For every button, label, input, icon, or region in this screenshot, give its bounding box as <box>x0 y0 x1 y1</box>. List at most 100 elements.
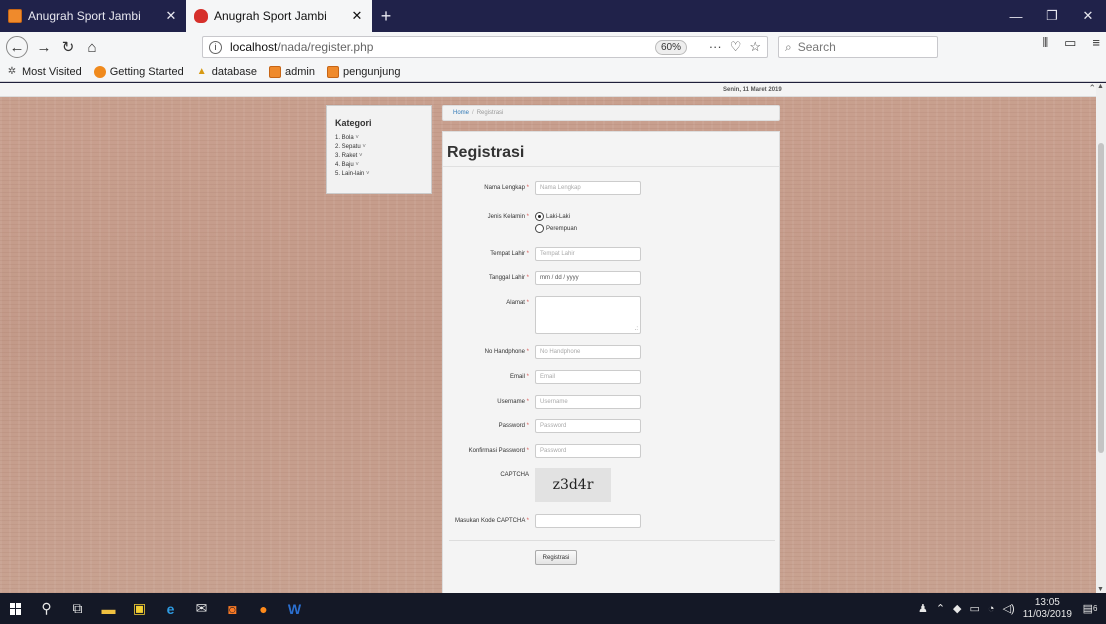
kategori-item[interactable]: 3. Raket ˅ <box>335 152 423 161</box>
reload-icon[interactable]: ↻ <box>56 35 80 59</box>
label-text: Masukan Kode CAPTCHA <box>454 518 525 524</box>
url-bar[interactable]: i localhost/nada/register.php 60% ··· ♡ … <box>202 36 768 58</box>
bookmark-pengunjung[interactable]: pengunjung <box>326 65 400 78</box>
library-icon[interactable]: ⫴ <box>1043 35 1048 51</box>
kategori-item[interactable]: 1. Bola ˅ <box>335 134 423 143</box>
restore-icon[interactable]: ❐ <box>1034 0 1070 32</box>
site-favicon-icon <box>194 9 208 23</box>
search-icon[interactable]: ⚲ <box>31 593 62 624</box>
tempat-lahir-input[interactable]: Tempat Lahir <box>535 247 641 261</box>
scroll-down-arrow-icon[interactable]: ▼ <box>1097 586 1104 593</box>
vertical-scrollbar[interactable]: ▲ ▼ <box>1096 83 1106 593</box>
tab-1[interactable]: Anugrah Sport Jambi ✕ <box>0 0 186 32</box>
kategori-item[interactable]: 5. Lain-lain ˅ <box>335 170 423 179</box>
kategori-item[interactable]: 4. Baju ˅ <box>335 161 423 170</box>
bookmark-label: database <box>211 65 257 78</box>
handphone-input[interactable]: No Handphone <box>535 345 641 359</box>
task-view-icon[interactable]: ⧉ <box>62 593 93 624</box>
tab-title: Anugrah Sport Jambi <box>28 9 141 23</box>
radio-unchecked-icon[interactable] <box>535 224 544 233</box>
registrasi-button[interactable]: Registrasi <box>535 550 577 565</box>
people-icon[interactable]: ♟ <box>918 602 928 615</box>
site-favicon-icon <box>8 9 22 23</box>
close-tab-icon[interactable]: ✕ <box>350 8 364 24</box>
bookmark-admin[interactable]: admin <box>268 65 315 78</box>
info-icon[interactable]: i <box>209 40 222 54</box>
konfirmasi-password-input[interactable]: Password <box>535 444 641 458</box>
store-icon[interactable]: ▣ <box>124 593 155 624</box>
date-bar: Senin, 11 Maret 2019 <box>0 83 1096 97</box>
phpmyadmin-icon: ▲ <box>196 66 207 77</box>
bookmark-database[interactable]: ▲ database <box>196 66 257 78</box>
home-icon[interactable]: ⌂ <box>80 35 104 59</box>
scrollbar-thumb[interactable] <box>1098 143 1104 453</box>
mail-icon[interactable]: ✉ <box>186 593 217 624</box>
label-text: Password <box>498 423 525 429</box>
forward-icon[interactable]: → <box>32 35 56 59</box>
handphone-label: No Handphone * <box>485 349 529 355</box>
kode-captcha-label: Masukan Kode CAPTCHA * <box>455 518 529 524</box>
pocket-icon[interactable]: ♡ <box>730 39 742 55</box>
xampp-icon[interactable]: ◙ <box>217 593 248 624</box>
required-mark: * <box>526 399 529 405</box>
new-tab-button[interactable]: + <box>372 0 400 32</box>
network-icon[interactable]: ◆ <box>953 602 961 615</box>
notification-center-icon[interactable]: ▤ 6 <box>1080 599 1100 619</box>
minimize-icon[interactable]: — <box>998 0 1034 32</box>
wifi-icon[interactable]: ◔ <box>988 603 995 615</box>
close-tab-icon[interactable]: ✕ <box>164 8 178 24</box>
kategori-label: 4. Baju <box>335 162 354 168</box>
current-date: Senin, 11 Maret 2019 <box>723 86 782 93</box>
label-text: Tempat Lahir <box>490 251 525 257</box>
kategori-item[interactable]: 2. Sepatu ˅ <box>335 143 423 152</box>
radio-perempuan[interactable]: Perempuan <box>535 224 577 233</box>
nama-input[interactable]: Nama Lengkap <box>535 181 641 195</box>
alamat-textarea[interactable]: .: <box>535 296 641 334</box>
start-button[interactable] <box>0 593 31 624</box>
handphone-row: No Handphone * No Handphone <box>443 345 779 361</box>
sidebar-icon[interactable]: ▭ <box>1064 35 1076 51</box>
back-icon[interactable]: ← <box>6 36 28 58</box>
username-label: Username * <box>497 399 529 405</box>
username-input[interactable]: Username <box>535 395 641 409</box>
breadcrumb: Home / Registrasi <box>442 105 780 121</box>
radio-laki-laki[interactable]: Laki-Laki <box>535 212 570 221</box>
radio-checked-icon[interactable] <box>535 212 544 221</box>
email-field[interactable]: Email <box>535 370 641 384</box>
url-path: /nada/register.php <box>277 40 374 54</box>
file-explorer-icon[interactable]: ▬ <box>93 593 124 624</box>
tray-expand-icon[interactable]: ⌃ <box>936 602 945 615</box>
bookmark-getting-started[interactable]: Getting Started <box>93 65 184 78</box>
more-actions-icon[interactable]: ··· <box>709 39 722 55</box>
windows-taskbar: ⚲ ⧉ ▬ ▣ e ✉ ◙ ● W ♟ ⌃ ◆ ▭ ◔ ◁) 13:05 11/… <box>0 593 1106 624</box>
scroll-up-icon[interactable]: ⌃ <box>1088 83 1096 94</box>
required-mark: * <box>526 275 529 281</box>
system-clock[interactable]: 13:05 11/03/2019 <box>1023 597 1072 621</box>
bookmark-star-icon[interactable]: ☆ <box>749 39 761 55</box>
edge-icon[interactable]: e <box>155 593 186 624</box>
volume-icon[interactable]: ◁) <box>1003 602 1015 615</box>
gear-star-icon: ✲ <box>7 66 17 77</box>
form-divider <box>449 540 775 541</box>
clock-date: 11/03/2019 <box>1022 608 1072 620</box>
tanggal-lahir-input[interactable]: mm / dd / yyyy <box>535 271 641 285</box>
battery-icon[interactable]: ▭ <box>970 602 980 615</box>
resize-handle-icon[interactable]: .: <box>635 326 638 332</box>
tab-2[interactable]: Anugrah Sport Jambi ✕ <box>186 0 372 32</box>
breadcrumb-home-link[interactable]: Home <box>453 110 469 116</box>
required-mark: * <box>526 423 529 429</box>
scroll-up-arrow-icon[interactable]: ▲ <box>1097 83 1104 90</box>
password-input[interactable]: Password <box>535 419 641 433</box>
label-text: Alamat <box>506 300 525 306</box>
breadcrumb-current: Registrasi <box>476 110 504 116</box>
bookmark-most-visited[interactable]: ✲ Most Visited <box>6 66 82 78</box>
search-input[interactable]: ⌕ Search <box>778 36 938 58</box>
clock-time: 13:05 <box>1034 596 1060 608</box>
menu-icon[interactable]: ≡ <box>1092 35 1100 51</box>
kode-captcha-input[interactable] <box>535 514 641 528</box>
zoom-indicator[interactable]: 60% <box>654 40 687 55</box>
page-title: Registrasi <box>447 144 525 161</box>
firefox-icon[interactable]: ● <box>248 593 279 624</box>
word-icon[interactable]: W <box>279 593 310 624</box>
close-window-icon[interactable]: ✕ <box>1070 0 1106 32</box>
